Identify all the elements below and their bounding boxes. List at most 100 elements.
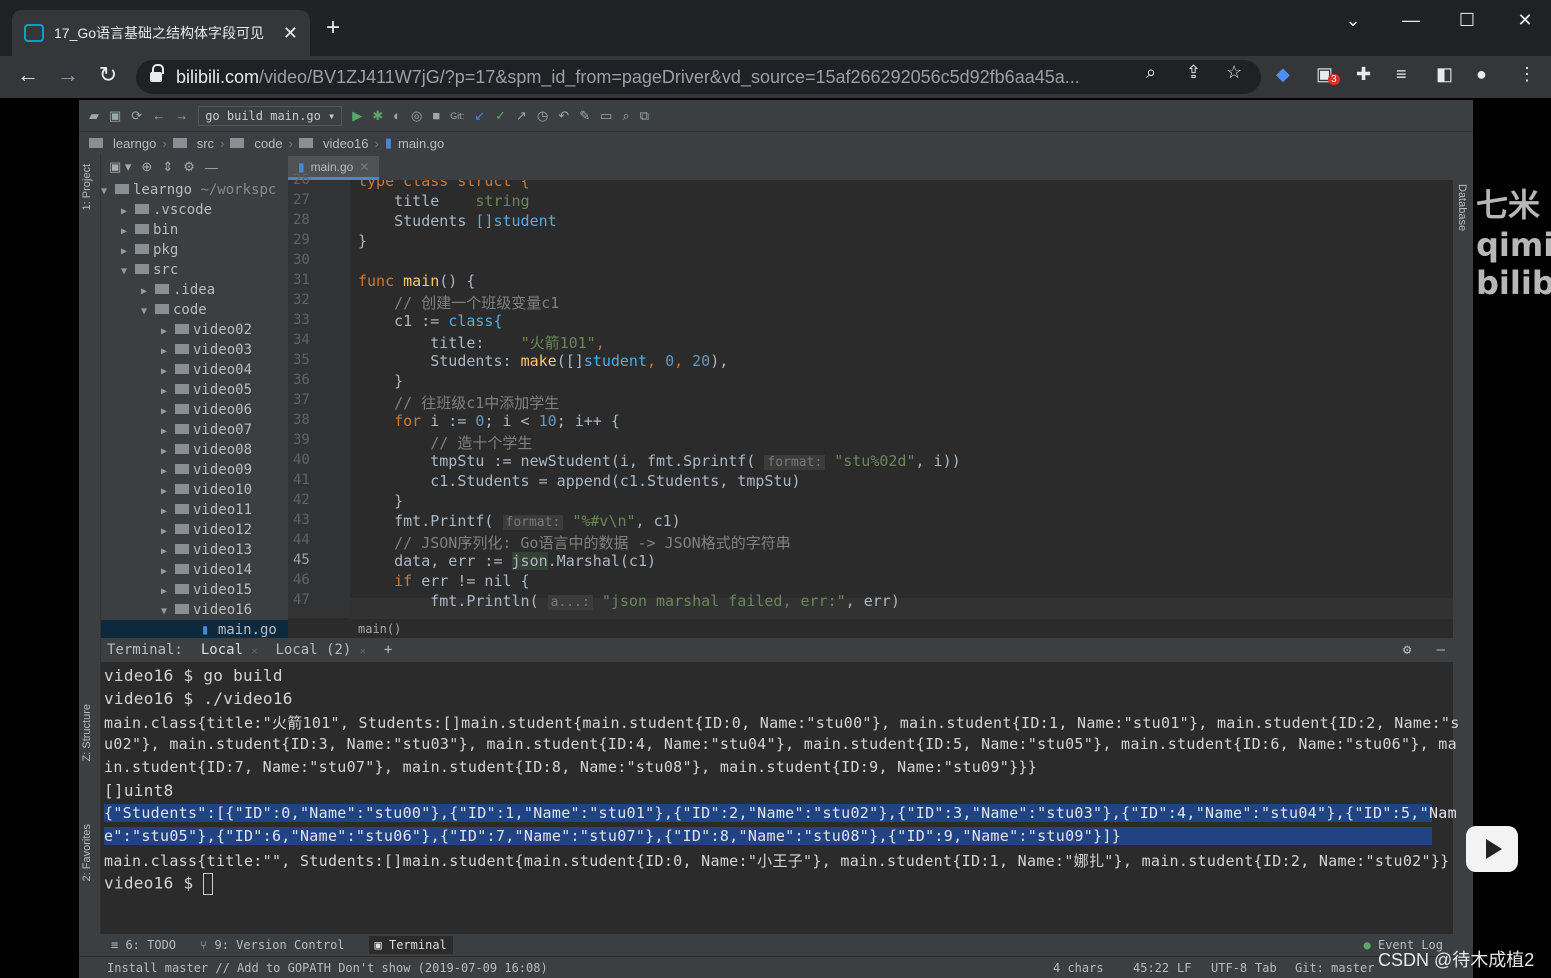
minimize-button[interactable]: — bbox=[1396, 8, 1426, 32]
expand-right-icon[interactable]: ▶ bbox=[141, 282, 155, 302]
locate-icon[interactable]: ⊕ bbox=[141, 159, 152, 175]
tree-item[interactable]: ▶ .idea bbox=[101, 280, 288, 300]
settings-wrench-icon[interactable]: ✎ bbox=[579, 108, 590, 124]
tree-item[interactable]: ▶ bin bbox=[101, 220, 288, 240]
plugin-icon[interactable]: ⧉ bbox=[640, 108, 649, 124]
expand-right-icon[interactable]: ▶ bbox=[161, 342, 175, 362]
expand-right-icon[interactable]: ▶ bbox=[161, 382, 175, 402]
git-commit-icon[interactable]: ✓ bbox=[495, 108, 506, 124]
reload-button[interactable]: ↻ bbox=[88, 62, 128, 88]
project-view-icon[interactable]: ▣ ▾ bbox=[109, 159, 131, 175]
tree-item[interactable]: ▼ video16 bbox=[101, 600, 288, 620]
terminal-window-icon[interactable]: ▭ bbox=[600, 108, 612, 124]
expand-right-icon[interactable]: ▶ bbox=[121, 202, 135, 222]
tree-item[interactable]: ▶ video12 bbox=[101, 520, 288, 540]
bookmark-star-icon[interactable]: ☆ bbox=[1226, 62, 1242, 83]
bilibili-play-icon[interactable] bbox=[1466, 826, 1518, 872]
new-terminal-tab-icon[interactable]: + bbox=[384, 642, 392, 658]
save-icon[interactable]: ▣ bbox=[109, 108, 121, 124]
breadcrumb-src[interactable]: src bbox=[197, 136, 214, 151]
menu-kebab-icon[interactable]: ⋮ bbox=[1518, 64, 1536, 85]
tree-item[interactable]: ▶ video04 bbox=[101, 360, 288, 380]
expand-right-icon[interactable]: ▶ bbox=[161, 362, 175, 382]
collapse-icon[interactable]: ⇕ bbox=[162, 159, 173, 175]
tree-item[interactable]: ▶ video13 bbox=[101, 540, 288, 560]
extension-gem-icon[interactable]: ◆ bbox=[1276, 64, 1290, 85]
git-update-icon[interactable]: ↙ bbox=[474, 108, 485, 124]
tree-item[interactable]: ▶ video09 bbox=[101, 460, 288, 480]
tree-item[interactable]: ▶ video11 bbox=[101, 500, 288, 520]
expand-right-icon[interactable]: ▶ bbox=[161, 502, 175, 522]
extensions-puzzle-icon[interactable]: ✚ bbox=[1356, 64, 1371, 85]
breadcrumb-video16[interactable]: video16 bbox=[323, 136, 369, 151]
tree-item-selected[interactable]: ▮ main.go bbox=[101, 620, 288, 640]
terminal-tab[interactable]: ▣ Terminal bbox=[368, 936, 453, 954]
reading-list-icon[interactable]: ≡ bbox=[1396, 64, 1407, 85]
expand-right-icon[interactable]: ▶ bbox=[161, 442, 175, 462]
maximize-button[interactable]: ☐ bbox=[1452, 8, 1482, 32]
structure-tool-tab[interactable]: Z: Structure bbox=[81, 704, 93, 761]
project-tool-tab[interactable]: 1: Project bbox=[81, 164, 93, 210]
expand-right-icon[interactable]: ▶ bbox=[161, 542, 175, 562]
expand-right-icon[interactable]: ▶ bbox=[161, 322, 175, 342]
tree-item[interactable]: ▶ video14 bbox=[101, 560, 288, 580]
side-panel-icon[interactable]: ◧ bbox=[1436, 64, 1453, 85]
tree-item[interactable]: ▼ code bbox=[101, 300, 288, 320]
status-indent[interactable]: Tab bbox=[1255, 961, 1277, 975]
address-bar[interactable]: bilibili.com/video/BV1ZJ411W7jG/?p=17&sp… bbox=[136, 60, 1261, 94]
tree-item[interactable]: ▶ video10 bbox=[101, 480, 288, 500]
tree-item[interactable]: ▶ video06 bbox=[101, 400, 288, 420]
status-vcs-branch[interactable]: Git: master bbox=[1295, 961, 1374, 975]
back-button[interactable]: ← bbox=[8, 62, 48, 88]
close-window-button[interactable]: ✕ bbox=[1510, 8, 1540, 32]
breadcrumb-learngo[interactable]: learngo bbox=[113, 136, 156, 151]
close-tab-icon[interactable]: ✕ bbox=[283, 23, 298, 44]
profile-icon[interactable]: ◎ bbox=[411, 108, 422, 124]
terminal-tab-local[interactable]: Local ✕ bbox=[201, 642, 258, 658]
stop-icon[interactable]: ■ bbox=[432, 108, 440, 123]
expand-right-icon[interactable]: ▶ bbox=[161, 582, 175, 602]
zoom-icon[interactable]: ⌕ bbox=[1146, 62, 1156, 83]
share-icon[interactable]: ⇪ bbox=[1186, 62, 1201, 83]
expand-down-icon[interactable]: ▼ bbox=[161, 602, 175, 622]
expand-right-icon[interactable]: ▶ bbox=[121, 222, 135, 242]
breadcrumb-main-go[interactable]: main.go bbox=[398, 136, 444, 151]
hide-icon[interactable]: — bbox=[205, 160, 218, 175]
tree-item[interactable]: ▶ video07 bbox=[101, 420, 288, 440]
gear-icon[interactable]: ⚙ — bbox=[1403, 642, 1445, 658]
back-nav-icon[interactable]: ← bbox=[152, 108, 165, 123]
code-area[interactable]: type class struct { title string Student… bbox=[350, 180, 1453, 618]
status-line-separator[interactable]: LF bbox=[1177, 961, 1191, 975]
tree-root[interactable]: ▼ learngo ~/workspc bbox=[101, 180, 288, 200]
expand-down-icon[interactable]: ▼ bbox=[141, 302, 155, 322]
forward-button[interactable]: → bbox=[48, 62, 88, 88]
run-config-select[interactable]: go build main.go ▾ bbox=[198, 105, 343, 126]
terminal-tab-local-2[interactable]: Local (2) ✕ bbox=[275, 642, 365, 658]
version-control-tab[interactable]: ⑂ 9: Version Control bbox=[200, 938, 344, 952]
terminal-output[interactable]: video16 $ go build video16 $ ./video16 m… bbox=[101, 662, 1459, 934]
close-icon[interactable]: ✕ bbox=[360, 646, 366, 657]
git-push-icon[interactable]: ↗ bbox=[516, 108, 527, 124]
expand-right-icon[interactable]: ▶ bbox=[161, 462, 175, 482]
expand-right-icon[interactable]: ▶ bbox=[121, 242, 135, 262]
tree-item[interactable]: ▶ pkg bbox=[101, 240, 288, 260]
coverage-icon[interactable]: ◐ bbox=[393, 108, 401, 123]
close-icon[interactable]: ✕ bbox=[251, 646, 257, 657]
status-encoding[interactable]: UTF-8 bbox=[1211, 961, 1247, 975]
code-breadcrumb[interactable]: main() bbox=[350, 618, 1453, 638]
tree-item[interactable]: ▶ video02 bbox=[101, 320, 288, 340]
gear-icon[interactable]: ⚙ bbox=[183, 159, 195, 175]
breadcrumb-code[interactable]: code bbox=[254, 136, 282, 151]
tree-item[interactable]: ▶ video08 bbox=[101, 440, 288, 460]
expand-right-icon[interactable]: ▶ bbox=[161, 482, 175, 502]
new-tab-button[interactable]: + bbox=[326, 16, 340, 40]
expand-right-icon[interactable]: ▶ bbox=[161, 522, 175, 542]
status-message[interactable]: Install master // Add to GOPATH Don't sh… bbox=[107, 961, 548, 975]
tree-item[interactable]: ▶ video05 bbox=[101, 380, 288, 400]
run-icon[interactable]: ▶ bbox=[352, 108, 362, 124]
status-position[interactable]: 45:22 bbox=[1133, 961, 1169, 975]
extension-badge-icon[interactable]: ▣ 3 bbox=[1316, 64, 1340, 85]
expand-right-icon[interactable]: ▶ bbox=[161, 562, 175, 582]
git-history-icon[interactable]: ◷ bbox=[537, 108, 548, 124]
close-editor-tab-icon[interactable]: ✕ bbox=[359, 160, 369, 174]
